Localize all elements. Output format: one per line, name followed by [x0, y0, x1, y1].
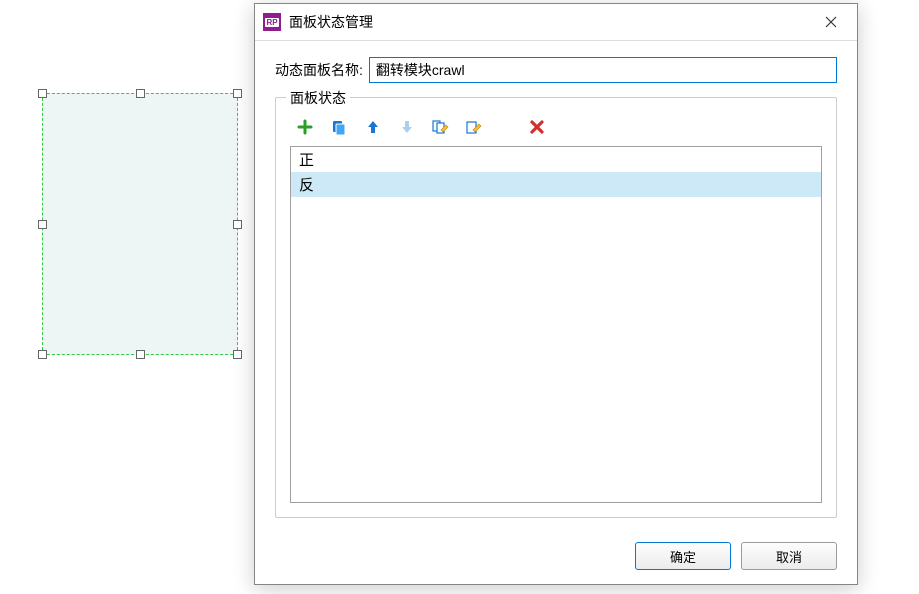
resize-handle-middle-left[interactable] [38, 220, 47, 229]
close-button[interactable] [813, 8, 849, 36]
edit-state-icon [466, 119, 484, 135]
resize-handle-bottom-right[interactable] [233, 350, 242, 359]
app-icon: RP [263, 13, 281, 31]
edit-all-states-button[interactable] [432, 118, 450, 136]
move-up-button[interactable] [364, 118, 382, 136]
dialog-titlebar[interactable]: RP 面板状态管理 [255, 4, 857, 41]
canvas-dynamic-panel[interactable] [42, 93, 238, 355]
plus-icon [297, 119, 313, 135]
move-down-button[interactable] [398, 118, 416, 136]
edit-state-button[interactable] [466, 118, 484, 136]
resize-handle-top-left[interactable] [38, 89, 47, 98]
duplicate-icon [331, 119, 347, 135]
resize-handle-top-right[interactable] [233, 89, 242, 98]
state-list[interactable]: 正 反 [290, 146, 822, 503]
add-state-button[interactable] [296, 118, 314, 136]
state-list-item[interactable]: 反 [291, 172, 821, 197]
resize-handle-bottom-left[interactable] [38, 350, 47, 359]
edit-all-icon [432, 119, 450, 135]
cancel-button[interactable]: 取消 [741, 542, 837, 570]
panel-state-manager-dialog: RP 面板状态管理 动态面板名称: 面板状态 [254, 3, 858, 585]
delete-state-button[interactable] [528, 118, 546, 136]
delete-icon [529, 119, 545, 135]
resize-handle-bottom-middle[interactable] [136, 350, 145, 359]
close-icon [825, 16, 837, 28]
resize-handle-middle-right[interactable] [233, 220, 242, 229]
dialog-title: 面板状态管理 [289, 12, 813, 32]
resize-handle-top-middle[interactable] [136, 89, 145, 98]
ok-button[interactable]: 确定 [635, 542, 731, 570]
panel-name-input[interactable] [369, 57, 837, 83]
arrow-down-icon [399, 119, 415, 135]
duplicate-state-button[interactable] [330, 118, 348, 136]
states-group-label: 面板状态 [286, 88, 350, 108]
state-list-item[interactable]: 正 [291, 147, 821, 172]
arrow-up-icon [365, 119, 381, 135]
panel-name-label: 动态面板名称: [275, 60, 363, 80]
states-toolbar [290, 112, 822, 146]
